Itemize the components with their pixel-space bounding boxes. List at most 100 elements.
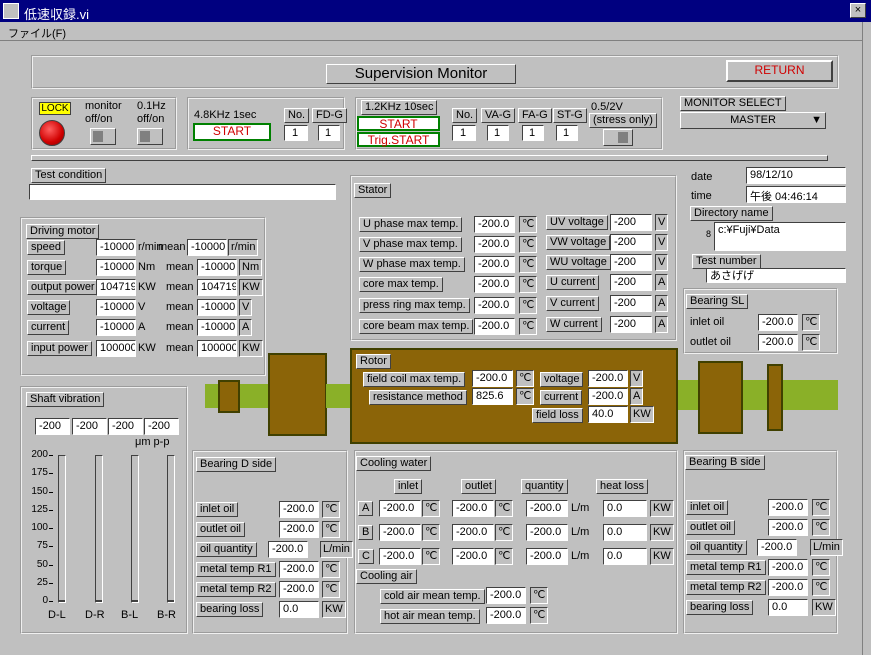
st-label: ST-G [553,108,587,123]
shaft-vibration-title: Shaft vibration [26,392,105,407]
cooling-outlet: -200.0 [452,548,494,565]
vibration-bar-fill [96,600,102,602]
driving-mean-unit: Nm [239,259,263,276]
lock-label: LOCK [39,102,71,115]
cooling-outlet: -200.0 [452,500,494,517]
menu-bar: ファイル(F) [0,22,862,41]
monitor-select-label: MONITOR SELECT [680,96,786,111]
stator-unit: ℃ [519,216,538,233]
cooling-inlet-unit: ℃ [422,524,441,541]
bearing-sl-value: -200.0 [758,334,798,351]
stator-value: -200 [610,254,652,271]
stator-value: -200.0 [474,297,515,314]
stator-unit: V [655,234,669,251]
cooling-quantity: -200.0 [526,524,568,541]
acq2-no-input[interactable]: 1 [452,125,476,141]
directory-input[interactable]: c:¥Fuji¥Data [714,222,846,251]
driving-unit: V [138,301,146,313]
bearing-b-value: -200.0 [768,499,808,516]
coupling-right [767,364,783,431]
scale-tick [49,491,53,493]
scale-tick-label: 175 [31,467,48,479]
scale-tick [49,509,53,511]
hz-label: 0.1Hz [137,100,166,112]
scale-tick [49,546,53,548]
stator-unit: ℃ [519,297,538,314]
driving-mean-label: mean [166,261,194,273]
stator-unit: ℃ [519,256,538,273]
bearing-d-label: inlet oil [196,502,239,517]
menu-file[interactable]: ファイル(F) [8,25,66,41]
va-label: VA-G [481,108,516,123]
directory-prefix-icon: 8 [706,229,712,239]
date-value: 98/12/10 [746,167,846,184]
bearing-sl-label: inlet oil [690,316,725,328]
monitor-select-dropdown[interactable]: MASTER ▼ [680,112,826,129]
driving-mean-value: -10000 [187,239,227,256]
va-input[interactable]: 1 [487,125,509,141]
scale-tick-label: 75 [36,540,48,552]
driving-motor-title: Driving motor [26,224,100,239]
bearing-b-label: oil quantity [686,540,747,555]
cooling-inlet-unit: ℃ [422,548,441,565]
stator-value: -200 [610,316,652,333]
bearing-d-value: -200.0 [279,501,319,518]
cold-air-label: cold air mean temp. [380,589,485,604]
st-input[interactable]: 1 [556,125,578,141]
stator-unit: ℃ [519,276,538,293]
fa-input[interactable]: 1 [522,125,544,141]
cooling-loss: 0.0 [603,500,647,517]
acq1-start-button[interactable]: START [193,123,271,141]
hz-toggle[interactable] [137,128,163,145]
trig-start-button[interactable]: Trig.START [357,132,440,147]
rotor-voltage-label: voltage [540,372,584,387]
scale-tick-label: 125 [31,503,48,515]
acq1-fd-input[interactable]: 1 [318,125,340,141]
stress-only-label: (stress only) [589,113,657,128]
scale-tick [49,528,53,529]
rotor-voltage-value: -200.0 [588,370,628,387]
lock-button[interactable] [39,120,65,146]
monitor-toggle[interactable] [90,128,116,145]
acq2-start-button[interactable]: START [357,116,440,131]
vibration-bar-label: D-L [48,609,66,621]
cooling-quantity: -200.0 [526,548,568,565]
bearing-d-label: metal temp R2 [196,582,276,597]
bearing-d-label: outlet oil [196,522,245,537]
bearing-d-label: bearing loss [196,602,264,617]
hot-air-value: -200.0 [486,607,526,624]
close-button[interactable]: × [850,3,866,18]
stress-toggle[interactable] [603,129,633,146]
acq1-no-input[interactable]: 1 [284,125,308,141]
cooling-header: quantity [521,479,568,494]
coupling-left [218,380,240,413]
vertical-scrollbar[interactable] [862,22,871,655]
scale-tick [49,601,53,602]
scale-tick-label: 100 [31,522,48,533]
stator-label: press ring max temp. [359,298,470,313]
field-coil-label: field coil max temp. [363,372,466,387]
test-number-input[interactable]: あさげげ [706,268,846,283]
cooling-outlet-unit: ℃ [495,548,514,565]
bearing-b-label: bearing loss [686,600,754,615]
bearing-sl-title: Bearing SL [686,294,749,309]
driving-mean-value: 100000 [197,340,237,357]
bearing-sl-unit: ℃ [802,314,821,331]
return-button[interactable]: RETURN [726,60,833,82]
cooling-loss: 0.0 [603,548,647,565]
field-loss-unit: KW [630,406,654,423]
bearing-b-unit: ℃ [812,519,831,536]
cooling-outlet-unit: ℃ [495,500,514,517]
cooling-air-title: Cooling air [356,569,417,584]
bearing-d-unit: ℃ [322,521,341,538]
cooling-row-label: A [358,501,374,516]
bearing-b-label: metal temp R1 [686,560,766,575]
scale-tick-label: 50 [36,558,48,570]
driving-mean-unit: KW [239,279,263,296]
vibration-bar-label: B-R [157,609,176,621]
driving-mean-label: mean [166,301,194,313]
stator-unit: V [655,254,669,271]
stator-label: UV voltage [546,215,608,230]
test-condition-input[interactable] [29,184,336,200]
acq2-rate: 1.2KHz 10sec [361,100,438,115]
